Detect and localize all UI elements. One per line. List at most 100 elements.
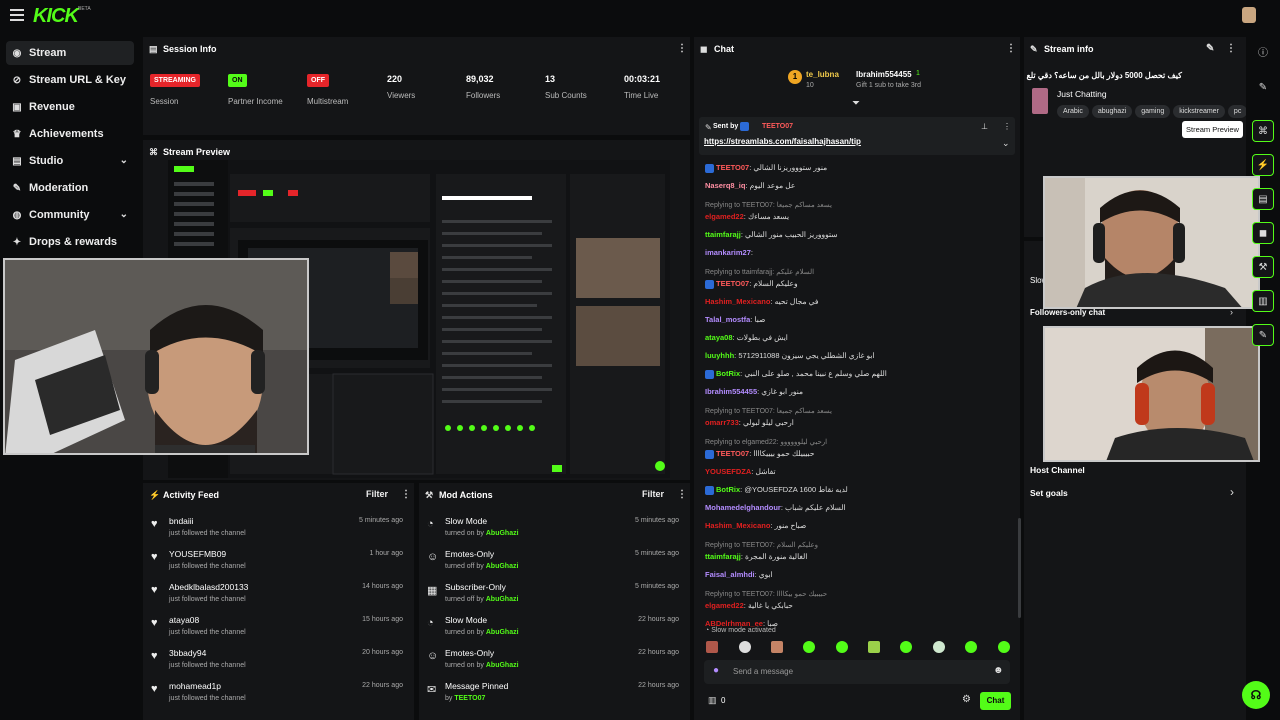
moderator-name[interactable]: AbuGhazi: [486, 662, 519, 669]
activity-user[interactable]: ataya08: [169, 615, 199, 625]
moderator-name[interactable]: AbuGhazi: [486, 530, 519, 537]
chat-username[interactable]: ttaimfarajj: [705, 230, 741, 239]
emote-icon[interactable]: [965, 641, 977, 653]
chat-username[interactable]: elgamed22: [705, 212, 744, 221]
moderator-name[interactable]: AbuGhazi: [486, 563, 519, 570]
chat-username[interactable]: YOUSEFDZA: [705, 467, 751, 476]
pinned-link[interactable]: https://streamlabs.com/faisalhajhasan/ti…: [704, 137, 861, 146]
moderator-name[interactable]: TEETO07: [454, 695, 485, 702]
tag-chip[interactable]: kickstreamer: [1173, 105, 1225, 118]
activity-user[interactable]: 3bbady94: [169, 648, 206, 658]
emoji-icon[interactable]: ☻: [993, 665, 1004, 676]
moderator-name[interactable]: AbuGhazi: [486, 629, 519, 636]
activity-user[interactable]: YOUSEFMB09: [169, 549, 226, 559]
chat-username[interactable]: ataya08: [705, 333, 733, 342]
chat-username[interactable]: imankarim27: [705, 248, 751, 257]
filter-button[interactable]: Filter: [366, 489, 388, 499]
more-options-icon[interactable]: ⋮: [677, 43, 687, 54]
emote-icon[interactable]: [771, 641, 783, 653]
chat-username[interactable]: Mohamedelghandour: [705, 503, 781, 512]
more-options-icon[interactable]: ⋮: [401, 489, 411, 500]
media-icon[interactable]: ▥: [1252, 290, 1274, 312]
send-chat-button[interactable]: Chat: [980, 692, 1011, 710]
collapse-chevron-icon[interactable]: ⏷: [852, 98, 860, 109]
chat-username[interactable]: TEETO07: [716, 449, 749, 458]
unpin-icon[interactable]: ⊥: [981, 122, 988, 131]
mic-icon[interactable]: ●: [713, 665, 719, 676]
wrench-icon[interactable]: ✎: [1252, 324, 1274, 346]
more-options-icon[interactable]: ⋮: [677, 489, 687, 500]
activity-user[interactable]: Abedklbalasd200133: [169, 582, 248, 592]
sidebar-item-moderation[interactable]: ✎ Moderation: [6, 176, 134, 200]
sidebar-item-drops-rewards[interactable]: ✦ Drops & rewards: [6, 230, 134, 254]
chat-username[interactable]: elgamed22: [705, 601, 744, 610]
pinned-sender[interactable]: TEETO07: [762, 123, 793, 130]
moderator-name[interactable]: AbuGhazi: [486, 596, 519, 603]
chat-username[interactable]: BotRix: [716, 485, 740, 494]
filter-button[interactable]: Filter: [642, 489, 664, 499]
settings-gear-icon[interactable]: ⚙: [962, 694, 971, 705]
chat-username[interactable]: omarr733: [705, 418, 739, 427]
activity-user[interactable]: bndaiii: [169, 516, 194, 526]
chat-username[interactable]: TEETO07: [716, 163, 749, 172]
followers-only-setting[interactable]: Followers-only chat: [1030, 308, 1105, 317]
chat-username[interactable]: Naserq8_iq: [705, 181, 745, 190]
emote-icon[interactable]: [836, 641, 848, 653]
emote-icon[interactable]: [803, 641, 815, 653]
bolt-icon[interactable]: ⚡: [1252, 154, 1274, 176]
chat-username[interactable]: Hashim_Mexicano: [705, 521, 770, 530]
more-options-icon[interactable]: ⋮: [1006, 43, 1016, 54]
message-input[interactable]: ● Send a message ☻: [704, 660, 1010, 684]
chat-username[interactable]: luuyhhh: [705, 351, 734, 360]
sidebar-item-community[interactable]: ◍ Community ⌄: [6, 203, 134, 227]
tag-chip[interactable]: pc: [1227, 105, 1246, 118]
gavel-icon[interactable]: ⚒: [1252, 256, 1274, 278]
emote-icon[interactable]: [706, 641, 718, 653]
chat-message: luuyhhh: ابو غازي الشطلي يجي سيزون 57129…: [705, 351, 875, 360]
moderator-badge-icon: [705, 279, 714, 289]
chat-username[interactable]: Faisal_almhdi: [705, 570, 755, 579]
sidebar-item-revenue[interactable]: ▣ Revenue: [6, 95, 134, 119]
chat-username[interactable]: Ibrahim554455: [705, 387, 757, 396]
chat-username[interactable]: Hashim_Mexicano: [705, 297, 770, 306]
chat-username[interactable]: ttaimfarajj: [705, 552, 741, 561]
gifter-name[interactable]: te_lubna: [806, 70, 839, 79]
chat-username[interactable]: BotRix: [716, 369, 740, 378]
stream-category[interactable]: Just Chatting: [1057, 89, 1107, 99]
user-avatar[interactable]: [1242, 7, 1256, 23]
tag-chip[interactable]: abughazi: [1091, 105, 1133, 118]
hamburger-menu-icon[interactable]: [10, 9, 24, 21]
activity-user[interactable]: mohamead1p: [169, 681, 221, 691]
host-channel-setting[interactable]: Host Channel: [1030, 465, 1085, 475]
set-goals-setting[interactable]: Set goals: [1030, 488, 1068, 498]
chat-text: حبيبيلك حمو بيييكاااا: [753, 449, 815, 458]
tag-chip[interactable]: gaming: [1135, 105, 1171, 118]
chat-username[interactable]: Talal_mostfa: [705, 315, 750, 324]
emote-icon[interactable]: [998, 641, 1010, 653]
kick-logo[interactable]: KICK: [33, 5, 79, 28]
message-placeholder: Send a message: [733, 667, 794, 676]
preview-toggle-icon[interactable]: ⌘: [1252, 120, 1274, 142]
tag-chip[interactable]: Arabic: [1057, 105, 1089, 118]
edit-pencil-icon[interactable]: ✎: [1206, 43, 1214, 54]
emote-icon[interactable]: [739, 641, 751, 653]
chat-toggle-icon[interactable]: ◼: [1252, 222, 1274, 244]
chat-scrollbar[interactable]: [1018, 518, 1021, 618]
edit-icon[interactable]: ✎: [1252, 76, 1274, 98]
chat-username[interactable]: TEETO07: [716, 279, 749, 288]
emote-icon[interactable]: [868, 641, 880, 653]
sidebar-item-stream[interactable]: ◉ Stream: [6, 41, 134, 65]
emote-icon[interactable]: [900, 641, 912, 653]
stream-preview-tooltip: Stream Preview: [1182, 121, 1243, 138]
more-options-icon[interactable]: ⋮: [1226, 43, 1236, 54]
gifter-name[interactable]: Ibrahim554455: [856, 70, 912, 79]
dashboard-icon[interactable]: ▤: [1252, 188, 1274, 210]
chevron-down-icon[interactable]: ⌄: [1002, 138, 1010, 149]
more-options-icon[interactable]: ⋮: [1003, 122, 1011, 131]
support-chat-icon[interactable]: ☊: [1242, 681, 1270, 709]
info-icon[interactable]: ⓘ: [1252, 40, 1274, 62]
sidebar-item-stream-url-key[interactable]: ⊘ Stream URL & Key: [6, 68, 134, 92]
sidebar-item-studio[interactable]: ▤ Studio ⌄: [6, 149, 134, 173]
emote-icon[interactable]: [933, 641, 945, 653]
sidebar-item-achievements[interactable]: ♛ Achievements: [6, 122, 134, 146]
